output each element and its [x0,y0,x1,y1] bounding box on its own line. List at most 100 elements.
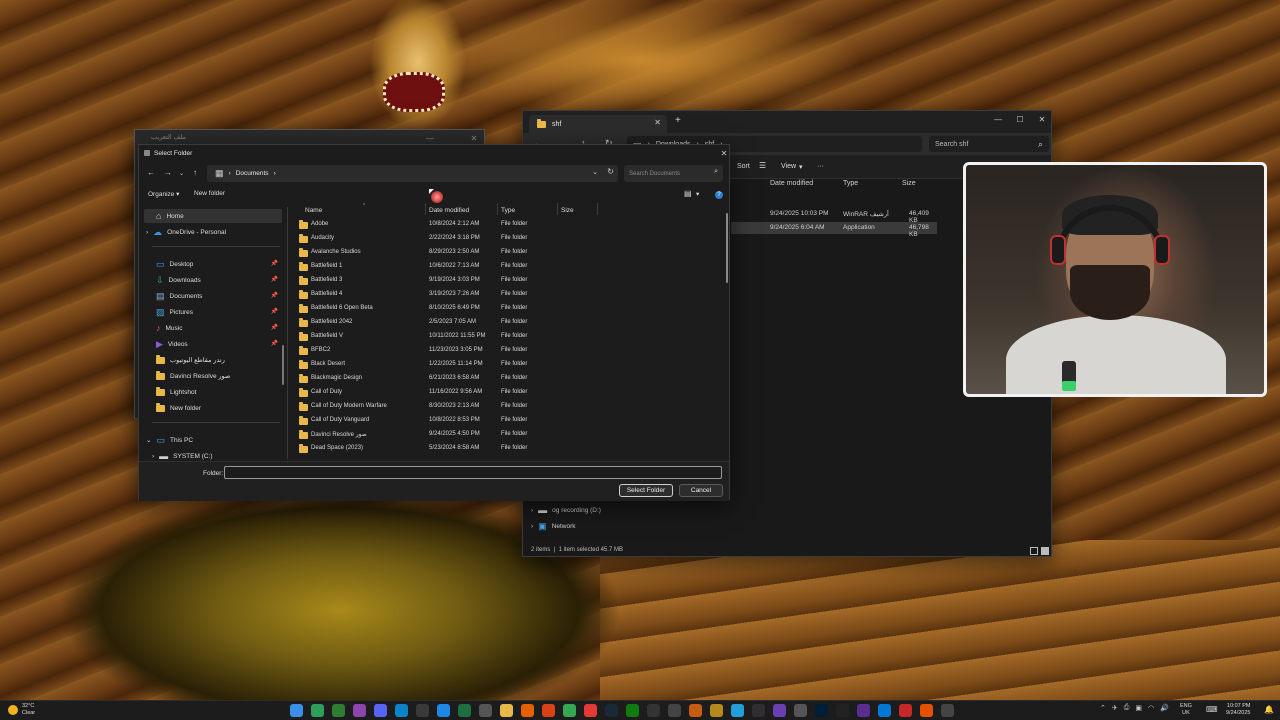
column-separator[interactable] [597,203,598,215]
game-icon[interactable] [941,704,954,717]
up-arrow-icon[interactable]: ↑ [193,168,197,177]
select-folder-button[interactable]: Select Folder [619,484,673,497]
tray-app-icon[interactable]: ⎙ [1124,704,1130,712]
search-icon[interactable] [311,704,324,717]
file-list-scrollbar[interactable] [726,213,728,283]
firefox-icon[interactable] [521,704,534,717]
start-icon[interactable] [290,704,303,717]
sidebar-item-folder[interactable]: New folder [144,401,282,415]
refresh-icon[interactable]: ↻ [607,167,614,176]
sidebar-scrollbar[interactable] [282,345,284,385]
file-row-selected[interactable]: 9/24/2025 6:04 AM Application 46,798 KB [731,222,937,238]
help-icon[interactable]: ? [715,191,723,199]
cancel-button[interactable]: Cancel [679,484,723,497]
column-name[interactable]: Name [305,207,322,214]
explorer-search-input[interactable]: Search shf ⌕ [929,136,1049,152]
breadcrumb-item[interactable]: Documents [236,170,269,177]
folder-row[interactable]: BFBC2 11/23/2023 3:05 PM File folder [295,344,715,358]
folder-row[interactable]: Black Desert 1/22/2025 11:14 PM File folde… [295,358,715,372]
xbox-app-icon[interactable] [626,704,639,717]
discord-icon[interactable] [374,704,387,717]
new-folder-button[interactable]: New folder [194,190,225,197]
sidebar-item-folder[interactable]: Lightshot [144,385,282,399]
column-type[interactable]: Type [843,180,858,187]
dialog-address-bar[interactable]: ▦ › Documents › ⌄ ↻ [207,165,618,182]
folder-row[interactable]: Battlefield 3 9/19/2024 3:03 PM File folde… [295,274,715,288]
edge-icon[interactable] [395,704,408,717]
folder-row[interactable]: Davinci Resolve صور 9/24/2025 4:50 PM File… [295,428,715,442]
sidebar-item-videos[interactable]: ▶ Videos 📌 [144,337,282,351]
nav-item-drive-d[interactable]: › ▬ og recording (D:) [531,505,601,515]
folder-row[interactable]: Battlefield 4 3/19/2023 7:26 AM File folde… [295,288,715,302]
steam-icon[interactable] [605,704,618,717]
folder-row[interactable]: Battlefield V 10/11/2022 11:55 PM File fol… [295,330,715,344]
sidebar-item-pictures[interactable]: ▨ Pictures 📌 [144,305,282,319]
tiles-view-icon[interactable] [1041,547,1049,555]
column-size[interactable]: Size [561,207,574,214]
keyboard-icon[interactable]: ⌨ [1206,705,1218,714]
tray-app-icon[interactable]: ▣ [1135,704,1142,712]
new-tab-icon[interactable]: + [675,115,681,126]
youtube-icon[interactable] [584,704,597,717]
sidebar-item-folder[interactable]: Davinci Resolve صور [144,369,282,383]
wifi-icon[interactable]: ◠ [1148,704,1154,712]
folder-row[interactable]: Call of Duty 11/16/2022 9:56 AM File folde… [295,386,715,400]
ea-icon[interactable] [668,704,681,717]
disc-icon[interactable] [794,704,807,717]
shield-icon[interactable] [479,704,492,717]
details-view-icon[interactable] [1030,547,1038,555]
weather-widget[interactable]: 32°C Clear [8,703,35,717]
sidebar-item-downloads[interactable]: ⇩ Downloads 📌 [144,273,282,287]
vs-icon[interactable] [857,704,870,717]
close-button[interactable]: ✕ [713,145,735,161]
sidebar-item-folder[interactable]: رندر مقاطع اليوتيوب [144,353,282,367]
close-tab-icon[interactable]: ✕ [654,118,661,127]
tools-icon[interactable] [920,704,933,717]
column-type[interactable]: Type [501,207,515,214]
view-button[interactable]: View [781,163,796,170]
folder-row[interactable]: Battlefield 6 Open Beta 8/10/2025 6:49 PM… [295,302,715,316]
photoshop-icon[interactable] [815,704,828,717]
column-separator[interactable] [497,203,498,215]
maximize-button[interactable]: ☐ [1009,111,1031,127]
folder-row[interactable]: Adobe 10/8/2024 2:12 AM File folder [295,218,715,232]
brave-icon[interactable] [542,704,555,717]
view-mode-icon[interactable]: ▤ [684,189,692,198]
language-indicator[interactable]: ENG UK [1180,703,1192,717]
chatgpt-icon[interactable] [416,704,429,717]
file-row[interactable]: 9/24/2025 10:03 PM WinRAR أرشيف 46,409 K… [731,208,937,224]
sidebar-item-onedrive[interactable]: › ☁ OneDrive - Personal [144,225,282,239]
sidebar-item-documents[interactable]: ▤ Documents 📌 [144,289,282,303]
folder-row[interactable]: Dead Space (2023) 5/23/2024 8:58 AM File f… [295,442,715,456]
column-date-modified[interactable]: Date modified [429,207,469,214]
onedrive-icon[interactable] [437,704,450,717]
taskbar-clock[interactable]: 10:07 PM 9/24/2025 [1226,703,1250,717]
column-size[interactable]: Size [902,180,916,187]
obs-icon[interactable] [752,704,765,717]
capcut-icon[interactable] [836,704,849,717]
sidebar-item-music[interactable]: ♪ Music 📌 [144,321,282,335]
minimize-button[interactable]: — [987,111,1009,127]
record-icon[interactable] [899,704,912,717]
folder-row[interactable]: Call of Duty Modern Warfare 8/30/2023 2:1… [295,400,715,414]
desktop-app-icon[interactable] [878,704,891,717]
excel-icon[interactable] [458,704,471,717]
explorer-icon[interactable] [500,704,513,717]
close-button[interactable]: ✕ [1031,111,1053,127]
folder-name-input[interactable] [224,466,722,479]
folder-row[interactable]: Battlefield 1 10/6/2022 7:13 AM File folde… [295,260,715,274]
pane-splitter[interactable] [287,207,288,459]
chrome-icon[interactable] [563,704,576,717]
folder-row[interactable]: Blackmagic Design 6/21/2023 6:58 AM File f… [295,372,715,386]
notification-bell-icon[interactable]: 🔔 [1264,705,1274,714]
explorer-tab[interactable]: shf ✕ [529,115,667,133]
chevron-down-icon[interactable]: ▾ [696,190,699,198]
pen-icon[interactable] [353,704,366,717]
circle-app-icon[interactable] [773,704,786,717]
sidebar-item-desktop[interactable]: ▭ Desktop 📌 [144,257,282,271]
xbox-icon[interactable] [332,704,345,717]
organize-button[interactable]: Organize ▾ [148,190,179,198]
back-arrow-icon[interactable]: ← [147,168,155,177]
column-separator[interactable] [557,203,558,215]
folder-row[interactable]: Battlefield 2042 2/5/2023 7:05 AM File fol… [295,316,715,330]
